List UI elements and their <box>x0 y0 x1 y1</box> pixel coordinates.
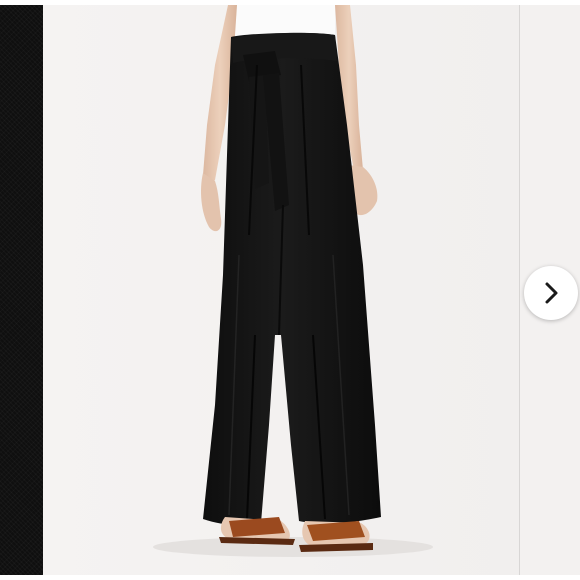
next-slide-button[interactable] <box>524 266 578 320</box>
current-slide-product-image <box>43 5 519 575</box>
product-photo <box>43 5 519 575</box>
chevron-right-icon <box>545 282 558 304</box>
product-image-carousel <box>0 0 580 580</box>
previous-slide-fabric-image[interactable] <box>0 5 43 575</box>
